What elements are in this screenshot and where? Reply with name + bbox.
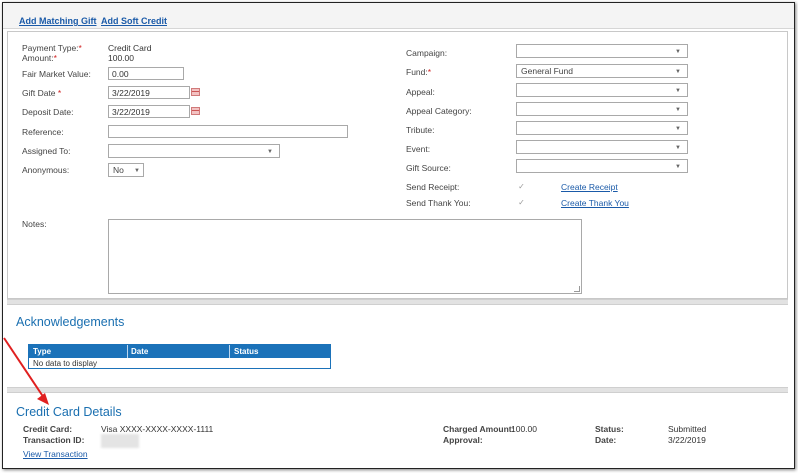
table-header: Type Date Status <box>29 345 330 358</box>
gift-date-input[interactable]: 3/22/2019 <box>108 86 190 99</box>
anonymous-select[interactable]: No ▼ <box>108 163 144 177</box>
deposit-date-label: Deposit Date: <box>22 107 74 117</box>
fund-label: Fund:* <box>406 67 432 77</box>
event-select[interactable]: ▼ <box>516 140 688 154</box>
view-transaction-link[interactable]: View Transaction <box>23 449 88 459</box>
payment-type-value: Credit Card <box>108 43 152 53</box>
notes-textarea[interactable] <box>108 219 582 294</box>
empty-message: No data to display <box>33 359 98 368</box>
acknowledgements-title: Acknowledgements <box>16 315 125 329</box>
credit-card-details-title: Credit Card Details <box>16 405 122 419</box>
add-matching-gift-link[interactable]: Add Matching Gift <box>19 16 97 26</box>
fund-select[interactable]: General Fund ▼ <box>516 64 688 78</box>
date-label: Date: <box>595 435 617 445</box>
resize-grip-icon[interactable] <box>574 286 580 292</box>
section-divider <box>7 299 788 305</box>
acknowledgements-table: Type Date Status No data to display <box>28 344 331 369</box>
anonymous-label: Anonymous: <box>22 165 70 175</box>
notes-label: Notes: <box>22 219 47 229</box>
fair-market-value-label: Fair Market Value: <box>22 69 91 79</box>
send-receipt-checkbox[interactable]: ✓ <box>517 182 526 191</box>
gift-source-label: Gift Source: <box>406 163 451 173</box>
campaign-label: Campaign: <box>406 48 448 58</box>
chevron-down-icon: ▼ <box>134 168 140 174</box>
send-thank-you-label: Send Thank You: <box>406 198 471 208</box>
chevron-down-icon: ▼ <box>675 49 681 55</box>
create-thank-you-link[interactable]: Create Thank You <box>561 198 629 208</box>
gift-source-select[interactable]: ▼ <box>516 159 688 173</box>
calendar-icon[interactable] <box>191 107 200 115</box>
appeal-select[interactable]: ▼ <box>516 83 688 97</box>
chevron-down-icon: ▼ <box>675 164 681 170</box>
approval-label: Approval: <box>443 435 483 445</box>
fair-market-value-input[interactable]: 0.00 <box>108 67 184 80</box>
gift-date-label: Gift Date * <box>22 88 62 98</box>
top-action-bar: Add Matching Gift Add Soft Credit <box>3 3 794 29</box>
assigned-to-select[interactable]: ▼ <box>108 144 280 158</box>
column-header-date[interactable]: Date <box>131 347 148 356</box>
charged-amount-label: Charged Amount: <box>443 424 515 434</box>
add-soft-credit-link[interactable]: Add Soft Credit <box>101 16 167 26</box>
chevron-down-icon: ▼ <box>675 88 681 94</box>
deposit-date-input[interactable]: 3/22/2019 <box>108 105 190 118</box>
campaign-select[interactable]: ▼ <box>516 44 688 58</box>
column-header-status[interactable]: Status <box>234 347 258 356</box>
chevron-down-icon: ▼ <box>675 145 681 151</box>
credit-card-label: Credit Card: <box>23 424 73 434</box>
amount-value: 100.00 <box>108 53 134 63</box>
amount-label: Amount:* <box>22 53 57 63</box>
column-header-type[interactable]: Type <box>33 347 51 356</box>
reference-label: Reference: <box>22 127 64 137</box>
event-label: Event: <box>406 144 431 154</box>
send-receipt-label: Send Receipt: <box>406 182 460 192</box>
date-value: 3/22/2019 <box>668 435 706 445</box>
chevron-down-icon: ▼ <box>675 107 681 113</box>
status-label: Status: <box>595 424 624 434</box>
gift-form-panel: Payment Type:* Credit Card Amount:* 100.… <box>7 31 788 299</box>
tribute-select[interactable]: ▼ <box>516 121 688 135</box>
credit-card-value: Visa XXXX-XXXX-XXXX-1111 <box>101 424 214 434</box>
status-value: Submitted <box>668 424 707 434</box>
transaction-id-redacted <box>101 434 139 448</box>
gift-edit-window: Add Matching Gift Add Soft Credit Paymen… <box>2 2 795 469</box>
appeal-label: Appeal: <box>406 87 435 97</box>
chevron-down-icon: ▼ <box>267 149 273 155</box>
table-empty-row: No data to display <box>29 358 330 369</box>
chevron-down-icon: ▼ <box>675 126 681 132</box>
section-divider <box>7 387 788 393</box>
appeal-category-label: Appeal Category: <box>406 106 472 116</box>
send-thank-you-checkbox[interactable]: ✓ <box>517 198 526 207</box>
payment-type-label: Payment Type:* <box>22 43 82 53</box>
create-receipt-link[interactable]: Create Receipt <box>561 182 618 192</box>
charged-amount-value: 100.00 <box>511 424 537 434</box>
calendar-icon[interactable] <box>191 88 200 96</box>
chevron-down-icon: ▼ <box>675 69 681 75</box>
reference-input[interactable] <box>108 125 348 138</box>
transaction-id-label: Transaction ID: <box>23 435 85 445</box>
appeal-category-select[interactable]: ▼ <box>516 102 688 116</box>
tribute-label: Tribute: <box>406 125 435 135</box>
assigned-to-label: Assigned To: <box>22 146 71 156</box>
